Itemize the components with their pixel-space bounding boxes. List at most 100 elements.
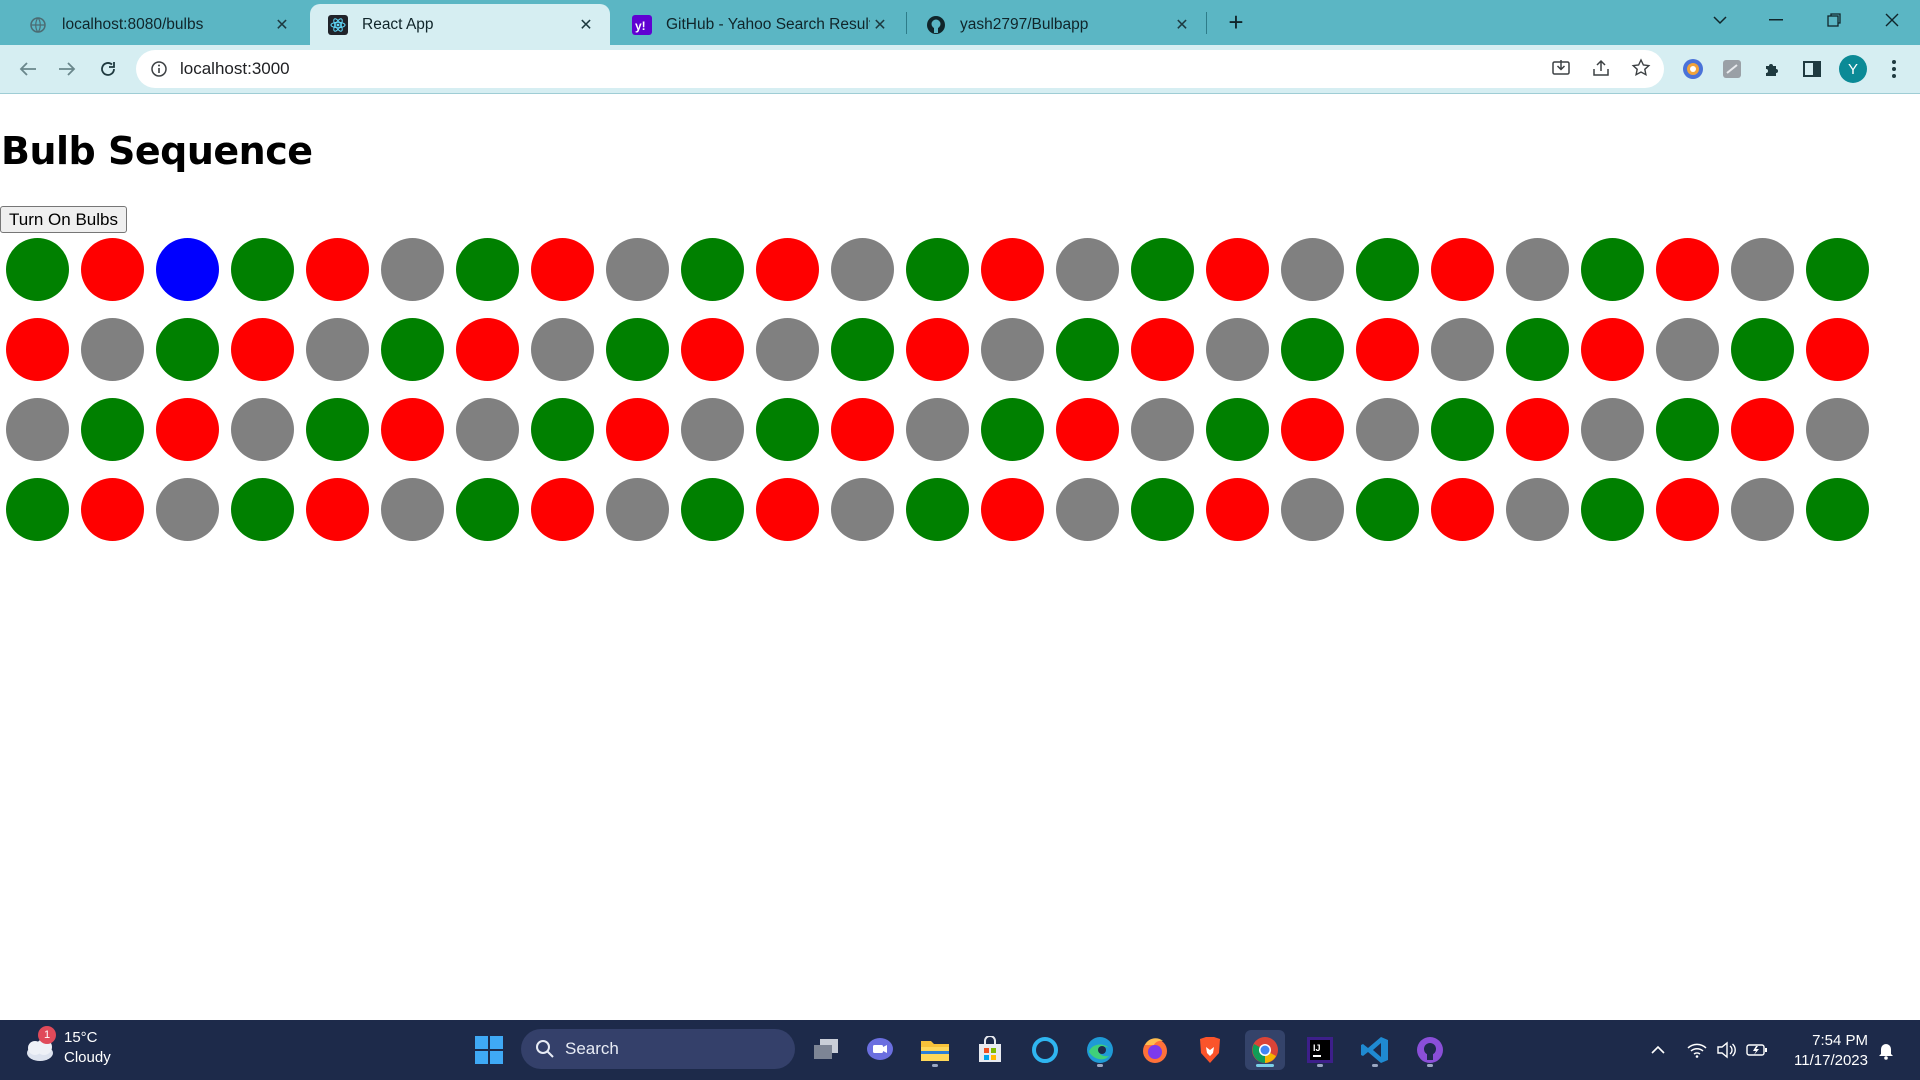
chrome-browser-icon[interactable] — [1245, 1030, 1285, 1070]
new-tab-button[interactable]: + — [1222, 7, 1250, 37]
bulb-red — [1356, 318, 1419, 381]
tab-title: React App — [362, 15, 434, 33]
bulb-gray — [231, 398, 294, 461]
running-indicator — [1317, 1064, 1323, 1067]
file-explorer-icon[interactable] — [915, 1030, 955, 1070]
bulb-red — [1506, 398, 1569, 461]
bulb-red — [156, 398, 219, 461]
weather-widget[interactable]: 1 15°C Cloudy — [20, 1026, 111, 1068]
tab-strip: localhost:8080/bulbs ✕ React App ✕ y! Gi… — [0, 0, 1920, 45]
bulb-gray — [681, 398, 744, 461]
weather-temp: 15°C — [64, 1029, 98, 1046]
more-menu-icon[interactable] — [1880, 55, 1908, 83]
taskbar: 1 15°C Cloudy Search IJ 7:54 PM 11/17/20… — [0, 1020, 1920, 1080]
yahoo-icon: y! — [632, 14, 652, 35]
windows-start-icon[interactable] — [469, 1030, 509, 1070]
bulb-red — [381, 398, 444, 461]
close-icon[interactable]: ✕ — [272, 15, 292, 35]
cortana-icon[interactable] — [1025, 1030, 1065, 1070]
wifi-icon[interactable] — [1684, 1020, 1710, 1080]
bulb-red — [306, 478, 369, 541]
bulb-gray — [606, 238, 669, 301]
running-indicator — [1097, 1064, 1103, 1067]
bulb-gray — [1356, 398, 1419, 461]
bulb-red — [81, 478, 144, 541]
tab-github-yahoo[interactable]: y! GitHub - Yahoo Search Results ✕ — [614, 4, 904, 45]
close-icon[interactable]: ✕ — [1172, 15, 1192, 35]
bulb-red — [531, 238, 594, 301]
bulb-gray — [381, 478, 444, 541]
tab-localhost-bulbs[interactable]: localhost:8080/bulbs ✕ — [10, 4, 306, 45]
bulb-green — [156, 318, 219, 381]
back-icon[interactable] — [12, 53, 44, 85]
bulb-green — [1506, 318, 1569, 381]
bulb-green — [231, 478, 294, 541]
extensions-puzzle-icon[interactable] — [1758, 55, 1786, 83]
chevron-down-icon[interactable] — [1692, 0, 1748, 40]
browser-toolbar: localhost:3000 Y — [0, 45, 1920, 94]
bulb-green — [531, 398, 594, 461]
close-icon[interactable]: ✕ — [576, 15, 596, 35]
taskbar-clock[interactable]: 7:54 PM 11/17/2023 — [1778, 1031, 1868, 1071]
close-icon[interactable]: ✕ — [870, 15, 890, 35]
share-icon[interactable] — [1588, 55, 1614, 81]
bulb-gray — [756, 318, 819, 381]
extension-gray-icon[interactable] — [1718, 55, 1746, 83]
bulb-gray — [1281, 238, 1344, 301]
notification-bell-icon[interactable] — [1874, 1020, 1898, 1080]
reload-icon[interactable] — [92, 53, 124, 85]
intellij-idea-icon[interactable]: IJ — [1300, 1030, 1340, 1070]
bulb-row — [6, 318, 1886, 398]
url-text: localhost:3000 — [180, 59, 290, 78]
tab-divider — [906, 12, 907, 34]
forward-icon[interactable] — [51, 53, 83, 85]
restore-icon[interactable] — [1806, 0, 1862, 40]
github-desktop-icon[interactable] — [1410, 1030, 1450, 1070]
bulb-red — [1731, 398, 1794, 461]
bulb-red — [531, 478, 594, 541]
bulb-green — [6, 238, 69, 301]
bulb-red — [1581, 318, 1644, 381]
bulb-green — [456, 238, 519, 301]
brave-browser-icon[interactable] — [1190, 1030, 1230, 1070]
microsoft-store-icon[interactable] — [970, 1030, 1010, 1070]
bulb-gray — [1056, 478, 1119, 541]
bulb-red — [1806, 318, 1869, 381]
globe-icon — [28, 15, 48, 35]
task-view-icon[interactable] — [806, 1030, 846, 1070]
firefox-icon[interactable] — [1135, 1030, 1175, 1070]
taskbar-search-box[interactable]: Search — [521, 1029, 795, 1069]
battery-icon[interactable] — [1744, 1020, 1770, 1080]
bulb-green — [681, 478, 744, 541]
bookmark-star-icon[interactable] — [1628, 55, 1654, 81]
edge-browser-icon[interactable] — [1080, 1030, 1120, 1070]
bulb-green — [1581, 238, 1644, 301]
vscode-icon[interactable] — [1355, 1030, 1395, 1070]
cloudy-weather-icon: 1 — [20, 1026, 60, 1068]
address-bar[interactable]: localhost:3000 — [136, 50, 1664, 88]
tab-github-bulbapp[interactable]: yash2797/Bulbapp ✕ — [908, 4, 1206, 45]
bulb-red — [831, 398, 894, 461]
extension-colorful-icon[interactable] — [1679, 55, 1707, 83]
volume-icon[interactable] — [1713, 1020, 1739, 1080]
clock-date: 11/17/2023 — [1794, 1052, 1868, 1069]
bulb-gray — [6, 398, 69, 461]
teams-chat-icon[interactable] — [860, 1030, 900, 1070]
bulb-red — [1131, 318, 1194, 381]
minimize-icon[interactable] — [1748, 0, 1804, 40]
info-icon[interactable] — [150, 60, 168, 78]
bulb-gray — [831, 478, 894, 541]
turn-on-bulbs-button[interactable]: Turn On Bulbs — [0, 206, 127, 233]
window-close-icon[interactable] — [1864, 0, 1920, 40]
bulb-green — [456, 478, 519, 541]
search-icon — [535, 1039, 555, 1059]
install-app-icon[interactable] — [1548, 55, 1574, 81]
chevron-up-icon[interactable] — [1646, 1020, 1670, 1080]
bulb-red — [1431, 238, 1494, 301]
profile-avatar[interactable]: Y — [1839, 55, 1867, 83]
bulb-gray — [81, 318, 144, 381]
tab-divider — [1206, 12, 1207, 34]
bulb-gray — [1431, 318, 1494, 381]
tab-react-app[interactable]: React App ✕ — [310, 4, 610, 45]
side-panel-icon[interactable] — [1798, 55, 1826, 83]
